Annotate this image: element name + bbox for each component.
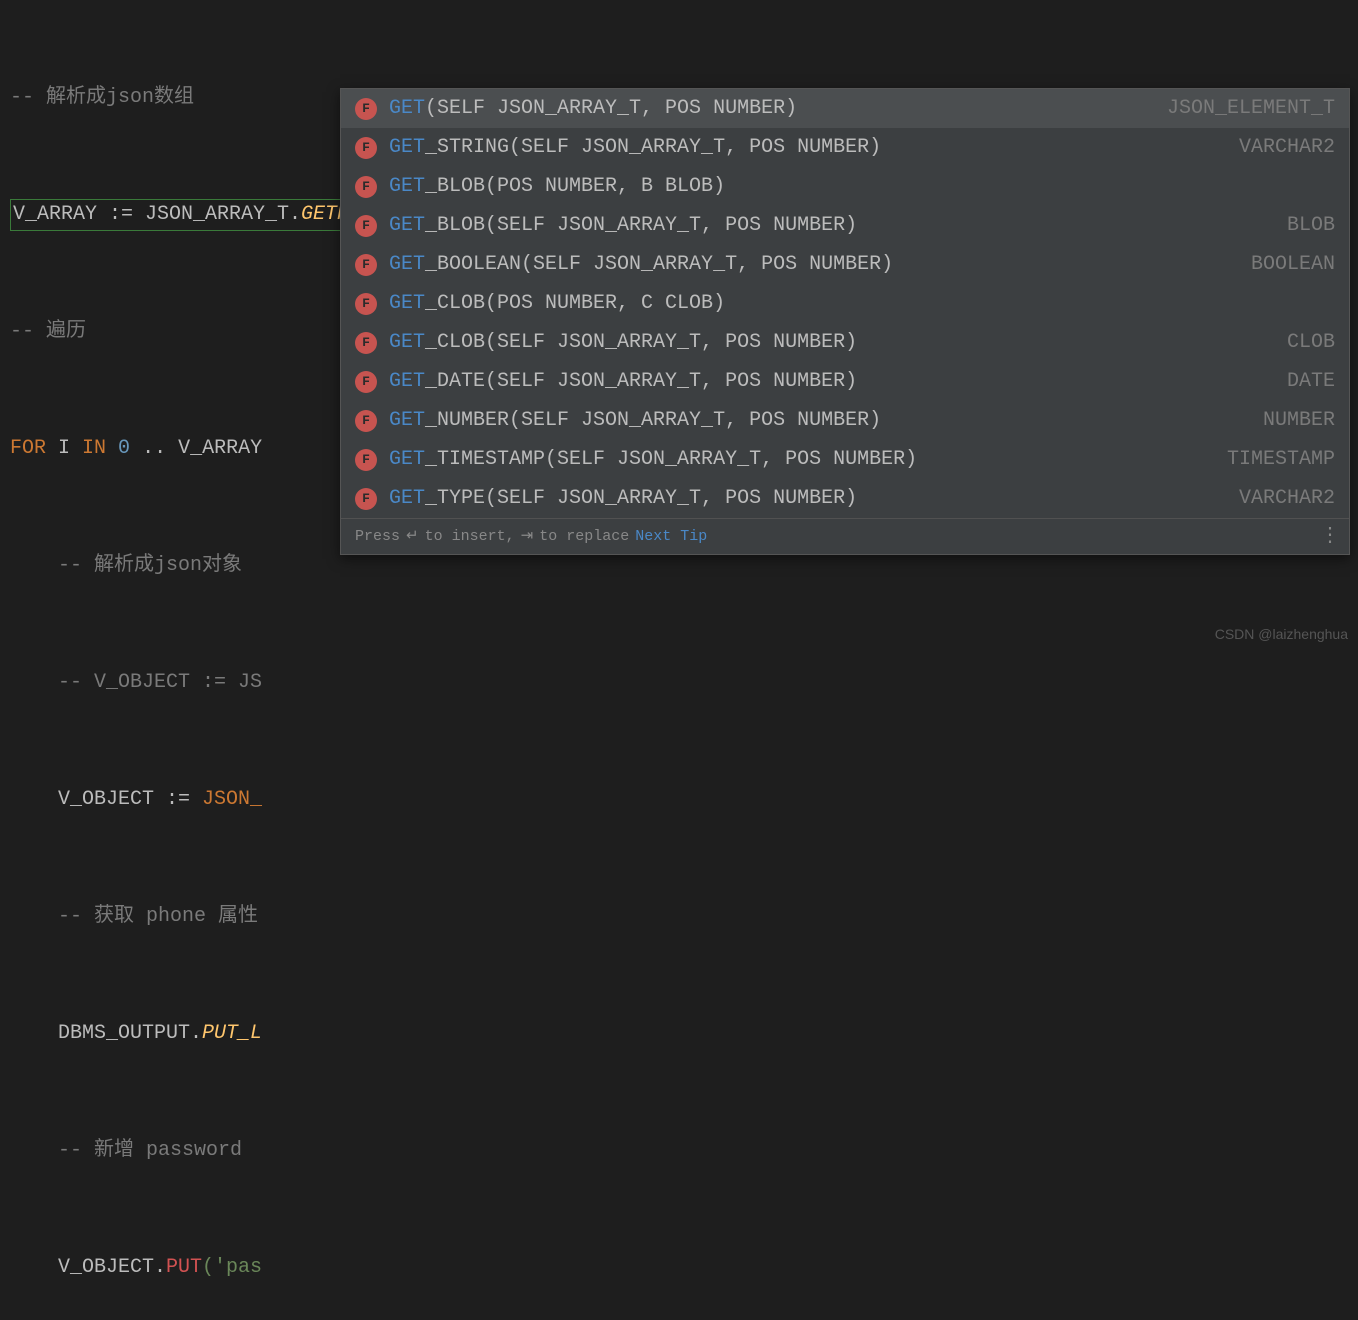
autocomplete-popup[interactable]: F GET(SELF JSON_ARRAY_T, POS NUMBER) JSON_… [340, 88, 1350, 555]
function-icon: F [355, 332, 377, 354]
code-text: V_ARRAY := JSON_ARRAY_T. [13, 203, 301, 226]
enter-icon: ↵ [406, 517, 419, 556]
function-icon: F [355, 371, 377, 393]
autocomplete-item[interactable]: F GET_TYPE(SELF JSON_ARRAY_T, POS NUMBER)… [341, 479, 1349, 518]
autocomplete-signature: GET_TIMESTAMP(SELF JSON_ARRAY_T, POS NUM… [389, 440, 1215, 479]
function-icon: F [355, 254, 377, 276]
autocomplete-footer: Press ↵ to insert, ⇥ to replace Next Tip… [341, 518, 1349, 554]
autocomplete-signature: GET_STRING(SELF JSON_ARRAY_T, POS NUMBER… [389, 128, 1227, 167]
comment: -- 获取 phone 属性 [10, 897, 258, 936]
autocomplete-return-type: VARCHAR2 [1239, 479, 1335, 518]
autocomplete-signature: GET_NUMBER(SELF JSON_ARRAY_T, POS NUMBER… [389, 401, 1251, 440]
autocomplete-item[interactable]: F GET_STRING(SELF JSON_ARRAY_T, POS NUMBE… [341, 128, 1349, 167]
autocomplete-return-type: TIMESTAMP [1227, 440, 1335, 479]
code-text: V_ARRAY [178, 429, 262, 468]
autocomplete-item[interactable]: F GET_BLOB(SELF JSON_ARRAY_T, POS NUMBER)… [341, 206, 1349, 245]
code-text: DBMS_OUTPUT. [10, 1014, 202, 1053]
function-icon: F [355, 176, 377, 198]
autocomplete-return-type: BOOLEAN [1251, 245, 1335, 284]
comment: -- 解析成json对象 [10, 546, 242, 585]
footer-text: to replace [539, 517, 629, 556]
autocomplete-signature: GET_TYPE(SELF JSON_ARRAY_T, POS NUMBER) [389, 479, 1227, 518]
autocomplete-signature: GET_BLOB(POS NUMBER, B BLOB) [389, 167, 1323, 206]
autocomplete-signature: GET_BOOLEAN(SELF JSON_ARRAY_T, POS NUMBE… [389, 245, 1239, 284]
autocomplete-item[interactable]: F GET_CLOB(SELF JSON_ARRAY_T, POS NUMBER)… [341, 323, 1349, 362]
autocomplete-return-type: JSON_ELEMENT_T [1167, 89, 1335, 128]
code-text: V_OBJECT. [10, 1248, 166, 1287]
code-text: .. [142, 429, 178, 468]
comment: -- V_OBJECT := JS [10, 663, 262, 702]
function-icon: F [355, 215, 377, 237]
method-call: PUT_L [202, 1014, 262, 1053]
function-icon: F [355, 137, 377, 159]
autocomplete-signature: GET_DATE(SELF JSON_ARRAY_T, POS NUMBER) [389, 362, 1275, 401]
function-icon: F [355, 293, 377, 315]
comment: -- 解析成json数组 [10, 78, 194, 117]
string-literal: ('pas [202, 1248, 262, 1287]
comment: -- 遍历 [10, 312, 86, 351]
autocomplete-item[interactable]: F GET_NUMBER(SELF JSON_ARRAY_T, POS NUMBE… [341, 401, 1349, 440]
autocomplete-item[interactable]: F GET_CLOB(POS NUMBER, C CLOB) [341, 284, 1349, 323]
method-call: PUT [166, 1248, 202, 1287]
autocomplete-return-type: BLOB [1287, 206, 1335, 245]
function-icon: F [355, 488, 377, 510]
code-text: V_OBJECT := [10, 780, 202, 819]
keyword: IN [82, 429, 106, 468]
tab-icon: ⇥ [521, 517, 534, 556]
autocomplete-item[interactable]: F GET_TIMESTAMP(SELF JSON_ARRAY_T, POS NU… [341, 440, 1349, 479]
autocomplete-item[interactable]: F GET_DATE(SELF JSON_ARRAY_T, POS NUMBER)… [341, 362, 1349, 401]
autocomplete-return-type: CLOB [1287, 323, 1335, 362]
autocomplete-return-type: VARCHAR2 [1239, 128, 1335, 167]
function-icon: F [355, 449, 377, 471]
number: 0 [106, 429, 142, 468]
autocomplete-return-type: NUMBER [1263, 401, 1335, 440]
autocomplete-signature: GET(SELF JSON_ARRAY_T, POS NUMBER) [389, 89, 1155, 128]
autocomplete-signature: GET_CLOB(SELF JSON_ARRAY_T, POS NUMBER) [389, 323, 1275, 362]
autocomplete-item[interactable]: F GET_BOOLEAN(SELF JSON_ARRAY_T, POS NUMB… [341, 245, 1349, 284]
autocomplete-item[interactable]: F GET(SELF JSON_ARRAY_T, POS NUMBER) JSON_… [341, 89, 1349, 128]
comment: -- 新增 password [10, 1131, 254, 1170]
keyword: JSON_ [202, 780, 262, 819]
autocomplete-item[interactable]: F GET_BLOB(POS NUMBER, B BLOB) [341, 167, 1349, 206]
function-icon: F [355, 98, 377, 120]
function-icon: F [355, 410, 377, 432]
footer-text: Press [355, 517, 400, 556]
next-tip-link[interactable]: Next Tip [635, 517, 707, 556]
autocomplete-signature: GET_CLOB(POS NUMBER, C CLOB) [389, 284, 1323, 323]
autocomplete-signature: GET_BLOB(SELF JSON_ARRAY_T, POS NUMBER) [389, 206, 1275, 245]
watermark: CSDN @laizhenghua [1215, 615, 1348, 654]
more-icon[interactable]: ⋮ [1320, 517, 1339, 556]
keyword: FOR [10, 429, 46, 468]
footer-text: to insert, [425, 517, 515, 556]
autocomplete-return-type: DATE [1287, 362, 1335, 401]
code-text: I [46, 429, 82, 468]
